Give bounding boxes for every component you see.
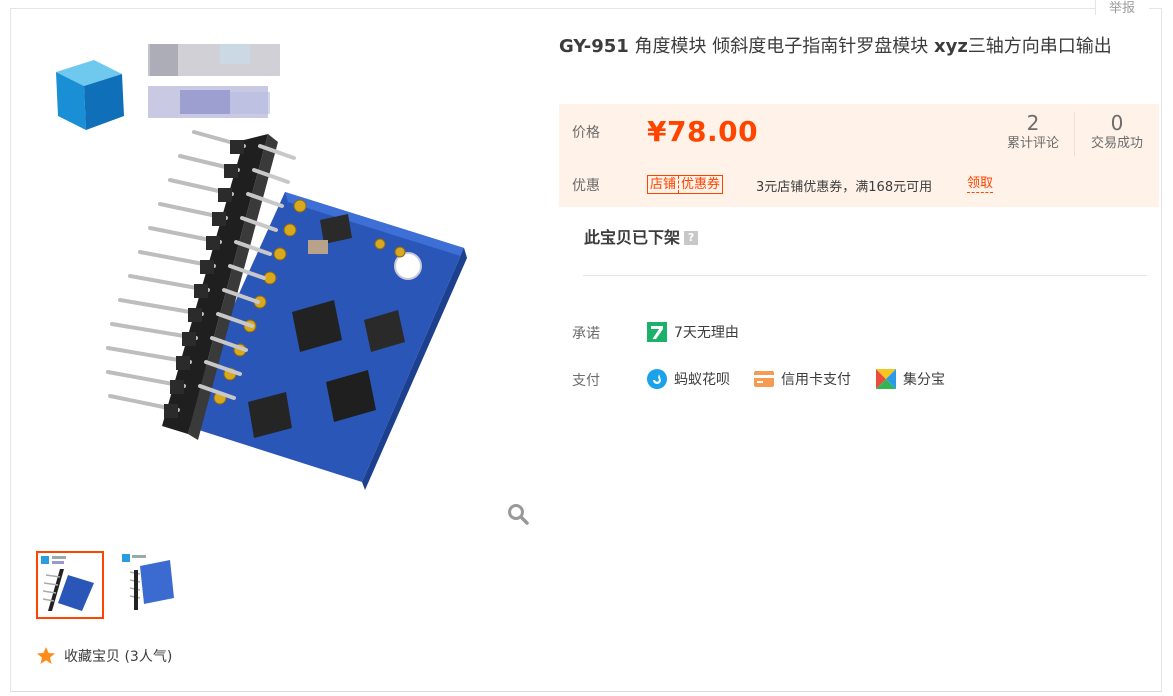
seven-day-icon xyxy=(647,322,667,342)
coupon-get-link[interactable]: 领取 xyxy=(967,176,994,193)
promise-label: 承诺 xyxy=(572,326,600,342)
payment-label: 支付 xyxy=(572,373,600,389)
coupon-tag-left: 店铺 xyxy=(650,177,677,192)
product-main-image[interactable] xyxy=(30,30,540,530)
payment-credit-card-label: 信用卡支付 xyxy=(781,372,851,388)
price-panel: 价格 ¥78.00 2 累计评论 0 交易成功 优惠 店铺 优惠券 3元店铺优惠… xyxy=(559,104,1159,207)
promo-label: 优惠 xyxy=(572,178,600,194)
seven-day-return[interactable]: 7天无理由 xyxy=(647,322,739,342)
review-count-number: 2 xyxy=(1026,111,1040,135)
deal-count-label: 交易成功 xyxy=(1090,136,1143,151)
thumbnail-image xyxy=(41,556,94,611)
zoom-icon[interactable] xyxy=(506,502,530,526)
credit-card-icon xyxy=(754,371,774,387)
question-icon[interactable]: ? xyxy=(684,231,699,245)
review-count[interactable]: 2 累计评论 xyxy=(991,110,1075,152)
store-logo xyxy=(56,44,280,130)
divider xyxy=(583,275,1147,276)
favorite-label: 收藏宝贝 (3人气) xyxy=(64,649,173,665)
coupon-description: 3元店铺优惠券，满168元可用 xyxy=(756,180,933,195)
price-label: 价格 xyxy=(572,125,600,141)
deal-count: 0 交易成功 xyxy=(1075,110,1159,152)
offline-text: 此宝贝已下架 xyxy=(584,228,681,247)
coupon-tag-right: 优惠券 xyxy=(681,177,721,192)
title-text-2: 三轴方向串口输出 xyxy=(967,36,1112,57)
report-link[interactable]: 举报 xyxy=(1094,0,1149,17)
payment-jifenbao-label: 集分宝 xyxy=(903,372,945,388)
huabei-icon xyxy=(647,369,667,389)
coupon-tag: 店铺 优惠券 xyxy=(647,175,724,194)
jifenbao-icon xyxy=(876,369,896,389)
thumbnail-list xyxy=(36,551,185,619)
payment-huabei[interactable]: 蚂蚁花呗 xyxy=(647,369,730,389)
title-text: 角度模块 倾斜度电子指南针罗盘模块 xyxy=(628,36,934,57)
price-row: 价格 ¥78.00 2 累计评论 0 交易成功 xyxy=(559,104,1159,161)
favorite-button[interactable]: 收藏宝贝 (3人气) xyxy=(36,646,172,666)
promo-row: 优惠 店铺 优惠券 3元店铺优惠券，满168元可用 领取 xyxy=(559,161,1159,207)
payment-credit-card[interactable]: 信用卡支付 xyxy=(754,369,851,389)
payment-jifenbao[interactable]: 集分宝 xyxy=(876,369,945,389)
deal-count-number: 0 xyxy=(1110,111,1124,135)
product-model: GY-951 xyxy=(559,36,629,57)
title-xyz: xyz xyxy=(933,36,968,57)
promise-text: 7天无理由 xyxy=(674,325,739,341)
product-title: GY-951 角度模块 倾斜度电子指南针罗盘模块 xyz三轴方向串口输出 xyxy=(559,34,1159,60)
star-icon xyxy=(37,647,55,664)
review-count-label: 累计评论 xyxy=(1006,136,1059,151)
product-gallery xyxy=(30,30,540,530)
price-value: ¥78.00 xyxy=(647,115,759,148)
payment-huabei-label: 蚂蚁花呗 xyxy=(674,372,730,388)
thumbnail-2[interactable] xyxy=(117,551,185,619)
thumbnail-image xyxy=(122,554,174,610)
thumbnail-1[interactable] xyxy=(36,551,104,619)
offline-status: 此宝贝已下架 ? xyxy=(584,224,699,248)
